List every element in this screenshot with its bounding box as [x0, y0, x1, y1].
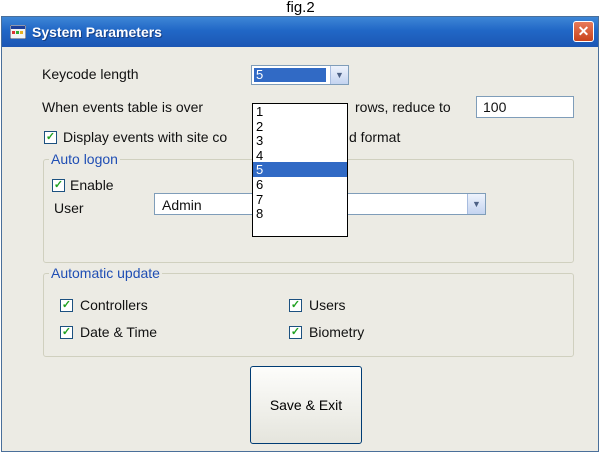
keycode-dropdown-list[interactable]: 1 2 3 4 5 6 7 8 [252, 103, 348, 237]
events-reduce-input[interactable]: 100 [476, 96, 574, 118]
auto-logon-enable-checkbox[interactable]: ✓ [52, 179, 65, 192]
biometry-label: Biometry [309, 324, 365, 340]
check-icon: ✓ [290, 299, 301, 311]
keycode-length-value: 5 [254, 68, 326, 82]
dropdown-option[interactable]: 1 [253, 104, 347, 119]
dropdown-option[interactable]: 4 [253, 148, 347, 163]
dropdown-option[interactable]: 3 [253, 133, 347, 148]
enable-label: Enable [70, 177, 114, 193]
events-reduce-value: 100 [483, 99, 507, 115]
user-value: Admin [162, 197, 202, 213]
date-time-checkbox[interactable]: ✓ [60, 326, 73, 339]
check-icon: ✓ [61, 326, 72, 338]
automatic-update-title: Automatic update [49, 265, 162, 281]
check-icon: ✓ [45, 131, 56, 143]
chevron-down-icon: ▼ [335, 70, 344, 80]
user-label: User [54, 200, 84, 216]
system-parameters-window: System Parameters ✕ Keycode length 5 ▼ W… [1, 16, 599, 452]
user-dropdown-button[interactable]: ▼ [467, 194, 485, 214]
events-table-label: When events table is over [42, 99, 204, 115]
dropdown-option[interactable]: 2 [253, 119, 347, 134]
keycode-dropdown-button[interactable]: ▼ [330, 66, 348, 84]
events-reduce-label: rows, reduce to [355, 99, 451, 115]
controllers-checkbox[interactable]: ✓ [60, 299, 73, 312]
dropdown-option-selected[interactable]: 5 [253, 162, 347, 177]
display-events-checkbox[interactable]: ✓ [44, 131, 57, 144]
automatic-update-group [43, 273, 574, 357]
users-checkbox[interactable]: ✓ [289, 299, 302, 312]
save-exit-button[interactable]: Save & Exit [250, 366, 362, 444]
dropdown-option[interactable]: 8 [253, 206, 347, 221]
check-icon: ✓ [61, 299, 72, 311]
display-events-label-suffix: d format [349, 129, 401, 145]
display-events-label: Display events with site co [63, 129, 228, 145]
check-icon: ✓ [53, 179, 64, 191]
auto-logon-title: Auto logon [49, 151, 120, 167]
window-title: System Parameters [32, 24, 162, 40]
controllers-label: Controllers [80, 297, 148, 313]
keycode-length-combo[interactable]: 5 ▼ [251, 65, 349, 85]
date-time-label: Date & Time [80, 324, 158, 340]
keycode-length-label: Keycode length [42, 66, 139, 82]
title-bar[interactable]: System Parameters ✕ [2, 17, 598, 47]
save-exit-label: Save & Exit [269, 397, 343, 413]
biometry-checkbox[interactable]: ✓ [289, 326, 302, 339]
close-button[interactable]: ✕ [573, 21, 594, 42]
app-icon [10, 25, 26, 39]
check-icon: ✓ [290, 326, 301, 338]
chevron-down-icon: ▼ [472, 199, 481, 209]
users-label: Users [309, 297, 346, 313]
close-icon: ✕ [577, 23, 590, 39]
dropdown-option[interactable]: 7 [253, 192, 347, 207]
dropdown-option[interactable]: 6 [253, 177, 347, 192]
